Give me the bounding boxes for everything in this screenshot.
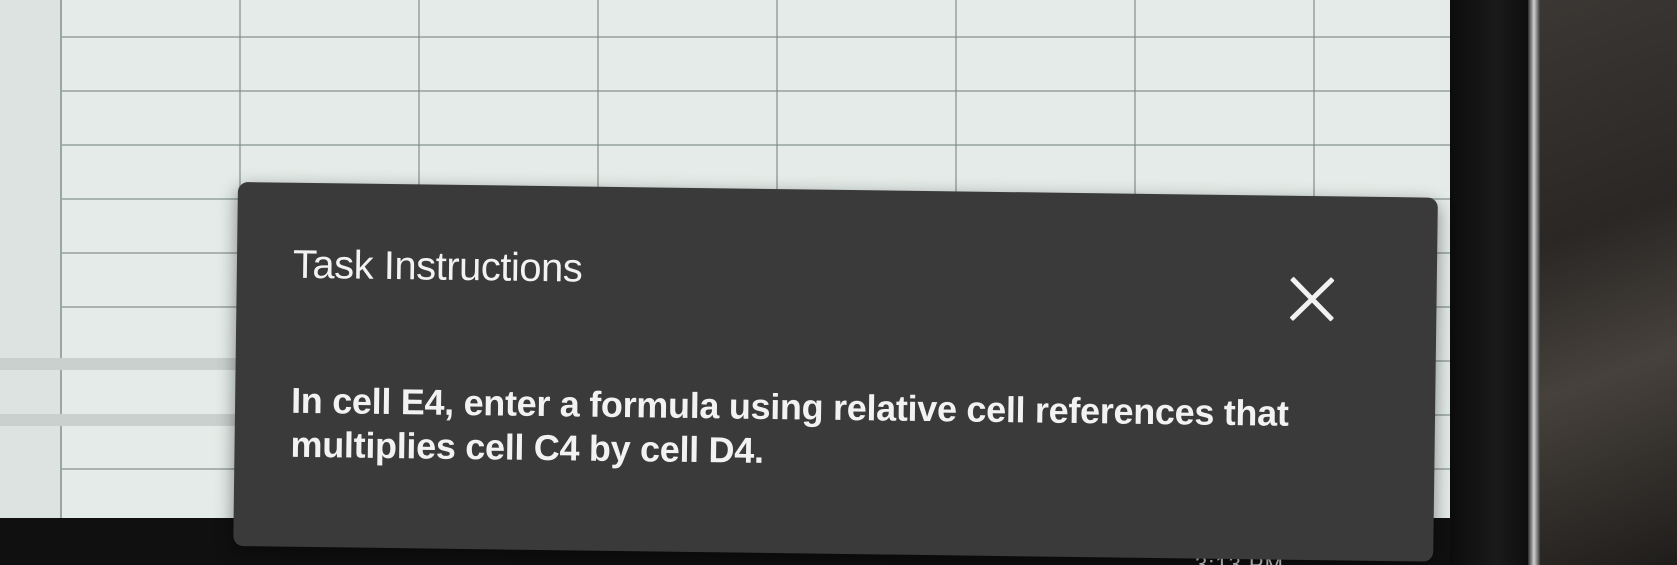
background-surface: [1540, 0, 1677, 565]
dialog-title: Task Instructions: [292, 242, 583, 291]
dialog-instructions-text: In cell E4, enter a formula using relati…: [290, 379, 1289, 471]
task-instructions-dialog: Task Instructions In cell E4, enter a fo…: [233, 182, 1438, 562]
monitor-edge: [1528, 0, 1540, 565]
row-separator: [0, 358, 240, 370]
row-separator: [0, 414, 240, 426]
row-header-column: [0, 0, 62, 518]
monitor-bezel: [1450, 0, 1528, 565]
screen: 3:13 PM Task Instructions In cell E4, en…: [0, 0, 1677, 565]
close-icon[interactable]: [1286, 274, 1337, 325]
